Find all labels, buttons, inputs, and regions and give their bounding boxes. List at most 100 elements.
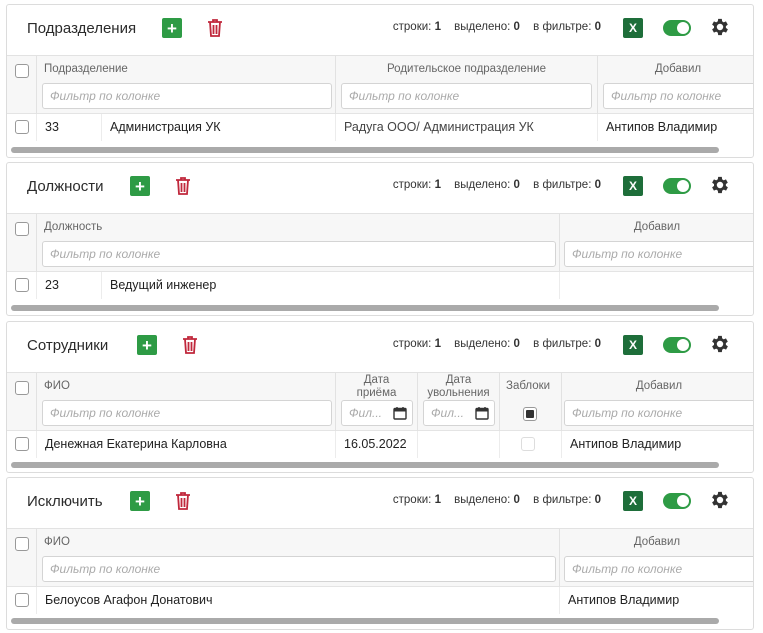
column-header[interactable]: Добавил Фильтр по колонке bbox=[560, 529, 753, 587]
selected-label: выделено: bbox=[454, 179, 511, 191]
gear-icon[interactable] bbox=[709, 333, 731, 355]
selected-count: 0 bbox=[513, 179, 520, 191]
column-label: Добавил bbox=[633, 536, 681, 548]
blocked-checkbox[interactable] bbox=[521, 437, 535, 451]
column-label: Заблоки bbox=[506, 380, 551, 392]
panel-header: Должности + строки: 1 выделено: 0 в филь… bbox=[7, 163, 753, 213]
filter-input[interactable]: Фильтр по колонке bbox=[564, 400, 753, 426]
trash-icon[interactable] bbox=[173, 175, 193, 197]
calendar-icon[interactable] bbox=[393, 406, 407, 420]
select-all-checkbox[interactable] bbox=[15, 381, 29, 395]
column-header[interactable]: ФИО Фильтр по колонке bbox=[37, 373, 336, 431]
toggle-switch[interactable] bbox=[663, 493, 691, 509]
cell-hire-date: 16.05.2022 bbox=[336, 431, 418, 458]
excel-export-button[interactable]: X bbox=[623, 18, 643, 38]
trash-icon[interactable] bbox=[180, 334, 200, 356]
cell-added-by: Антипов Владимир bbox=[570, 437, 682, 451]
column-header[interactable]: Добавил Фильтр по колонке bbox=[598, 56, 753, 114]
column-header[interactable]: Родительское подразделение Фильтр по кол… bbox=[336, 56, 598, 114]
trash-icon[interactable] bbox=[205, 17, 225, 39]
column-header[interactable]: Заблоки bbox=[500, 373, 562, 431]
cell-added-by: Антипов Владимир bbox=[606, 120, 718, 134]
column-header[interactable]: Дата приёма Фил... bbox=[336, 373, 418, 431]
filter-placeholder: Фил... bbox=[349, 406, 382, 420]
blocked-filter-checkbox[interactable] bbox=[523, 407, 537, 421]
gear-icon[interactable] bbox=[709, 174, 731, 196]
calendar-icon[interactable] bbox=[475, 406, 489, 420]
gear-icon[interactable] bbox=[709, 16, 731, 38]
filter-input[interactable]: Фильтр по колонке bbox=[42, 241, 556, 267]
excel-export-button[interactable]: X bbox=[623, 176, 643, 196]
rows-label: строки: bbox=[392, 494, 432, 506]
panel-title: Сотрудники bbox=[27, 337, 109, 354]
excel-icon: X bbox=[628, 21, 637, 35]
add-button[interactable]: + bbox=[130, 491, 150, 511]
select-all-cell bbox=[7, 214, 37, 272]
select-all-checkbox[interactable] bbox=[15, 222, 29, 236]
header-row: Подразделение Фильтр по колонке Родитель… bbox=[7, 56, 753, 114]
stats: строки: 1 выделено: 0 в фильтре: 0 bbox=[393, 179, 601, 191]
filter-input[interactable]: Фильтр по колонке bbox=[564, 241, 753, 267]
column-header[interactable]: Дата увольнения Фил... bbox=[418, 373, 500, 431]
filter-input[interactable]: Фильтр по колонке bbox=[341, 83, 592, 109]
horizontal-scrollbar[interactable] bbox=[11, 462, 719, 468]
excel-icon: X bbox=[628, 179, 637, 193]
column-header[interactable]: ФИО Фильтр по колонке bbox=[37, 529, 560, 587]
table-row[interactable]: Белоусов Агафон Донатович Антипов Владим… bbox=[7, 587, 753, 614]
row-select-cell bbox=[7, 272, 37, 299]
row-checkbox[interactable] bbox=[15, 278, 29, 292]
filter-label: в фильтре: bbox=[533, 338, 592, 350]
row-select-cell bbox=[7, 431, 37, 458]
select-all-cell bbox=[7, 56, 37, 114]
horizontal-scrollbar[interactable] bbox=[11, 147, 719, 153]
select-all-checkbox[interactable] bbox=[15, 64, 29, 78]
trash-icon[interactable] bbox=[173, 490, 193, 512]
row-checkbox[interactable] bbox=[15, 120, 29, 134]
gear-icon[interactable] bbox=[709, 489, 731, 511]
cell-added-by: Антипов Владимир bbox=[568, 593, 680, 607]
table-row[interactable]: Денежная Екатерина Карловна 16.05.2022 А… bbox=[7, 431, 753, 458]
plus-icon: + bbox=[135, 176, 145, 196]
add-button[interactable]: + bbox=[130, 176, 150, 196]
plus-icon: + bbox=[142, 335, 152, 355]
horizontal-scrollbar[interactable] bbox=[11, 305, 719, 311]
add-button[interactable]: + bbox=[162, 18, 182, 38]
panel-title: Подразделения bbox=[27, 20, 137, 37]
column-header[interactable]: Добавил Фильтр по колонке bbox=[560, 214, 753, 272]
filter-input[interactable]: Фильтр по колонке bbox=[42, 83, 332, 109]
cell-parent: Радуга ООО/ Администрация УК bbox=[336, 114, 598, 141]
column-header[interactable]: Должность Фильтр по колонке bbox=[37, 214, 560, 272]
column-label: Добавил bbox=[654, 63, 702, 75]
column-label: Добавил bbox=[635, 380, 683, 392]
excel-export-button[interactable]: X bbox=[623, 491, 643, 511]
selected-count: 0 bbox=[513, 338, 520, 350]
column-header[interactable]: Подразделение Фильтр по колонке bbox=[37, 56, 336, 114]
filter-input[interactable]: Фильтр по колонке bbox=[42, 556, 556, 582]
data-grid: Должность Фильтр по колонке Добавил Филь… bbox=[7, 213, 753, 311]
cell-added-by bbox=[560, 272, 753, 299]
stats: строки: 1 выделено: 0 в фильтре: 0 bbox=[393, 21, 601, 33]
table-row[interactable]: 23 Ведущий инженер bbox=[7, 272, 753, 299]
panel-positions: Должности + строки: 1 выделено: 0 в филь… bbox=[6, 162, 754, 316]
selected-count: 0 bbox=[513, 21, 520, 33]
horizontal-scrollbar[interactable] bbox=[11, 618, 719, 624]
column-label: Добавил bbox=[633, 221, 681, 233]
filter-input[interactable]: Фильтр по колонке bbox=[42, 400, 332, 426]
excel-icon: X bbox=[628, 494, 637, 508]
table-row[interactable]: 33 Администрация УК Радуга ООО/ Админист… bbox=[7, 114, 753, 141]
toggle-switch[interactable] bbox=[663, 20, 691, 36]
row-checkbox[interactable] bbox=[15, 593, 29, 607]
filter-input[interactable]: Фильтр по колонке bbox=[564, 556, 753, 582]
column-header[interactable]: Добавил Фильтр по колонке bbox=[562, 373, 753, 431]
toggle-switch[interactable] bbox=[663, 337, 691, 353]
filter-input[interactable]: Фильтр по колонке bbox=[603, 83, 753, 109]
select-all-cell bbox=[7, 373, 37, 431]
toggle-switch[interactable] bbox=[663, 178, 691, 194]
row-checkbox[interactable] bbox=[15, 437, 29, 451]
excel-export-button[interactable]: X bbox=[623, 335, 643, 355]
add-button[interactable]: + bbox=[137, 335, 157, 355]
date-filter-input[interactable]: Фил... bbox=[341, 400, 413, 426]
panel-title: Должности bbox=[27, 178, 104, 195]
select-all-checkbox[interactable] bbox=[15, 537, 29, 551]
date-filter-input[interactable]: Фил... bbox=[423, 400, 495, 426]
